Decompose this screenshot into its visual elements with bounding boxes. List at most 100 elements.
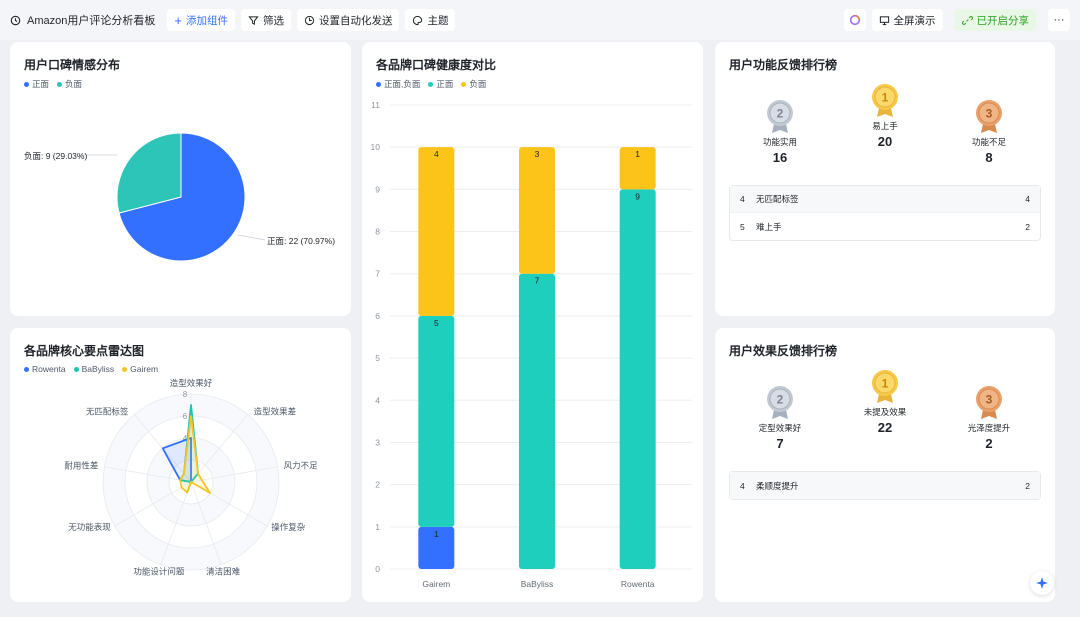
medal-rank-text: 2 <box>777 393 784 407</box>
fullscreen-label: 全屏演示 <box>893 14 936 27</box>
pie-label-positive: 正面: 22 (70.97%) <box>267 236 336 246</box>
presentation-icon <box>879 15 889 25</box>
radar-axis-label: 功能设计问题 <box>133 567 185 577</box>
gold-medal-icon: 1 <box>872 84 898 117</box>
bar-segment <box>418 147 455 316</box>
radar-axis-label: 造型效果差 <box>254 407 297 417</box>
radar-chart: 造型效果好造型效果差风力不足操作复杂清洁困难 功能设计问题 无功能表现 耐用性差 无匹配… <box>64 378 318 577</box>
filter-button[interactable]: 筛选 <box>240 9 291 31</box>
y-tick-label: 2 <box>375 480 380 490</box>
radar-axis-label: 无功能表现 <box>68 522 111 532</box>
bar-value-label: 7 <box>535 276 540 286</box>
ranking-row[interactable]: 4 柔顺度提升 2 <box>730 472 1040 499</box>
radar-axis-label: 造型效果好 <box>170 378 213 388</box>
card-title: 用户功能反馈排行榜 <box>729 58 838 72</box>
plus-icon: + <box>174 12 182 28</box>
more-icon: ··· <box>1053 14 1065 26</box>
bar-value-label: 5 <box>434 318 439 328</box>
ranking-list: 4 无匹配标签 4 5 难上手 2 <box>729 185 1041 241</box>
ranking-row[interactable]: 4 无匹配标签 4 <box>730 186 1040 213</box>
card-title: 用户效果反馈排行榜 <box>729 344 838 358</box>
share-button[interactable]: 已开启分享 <box>954 9 1036 31</box>
history-icon <box>10 15 21 25</box>
podium-value: 2 <box>985 436 993 451</box>
medal-rank-text: 1 <box>882 91 889 105</box>
rank-index: 5 <box>740 221 745 232</box>
podium-value: 7 <box>776 436 784 451</box>
medal-rank-text: 3 <box>986 107 993 121</box>
rank-value: 2 <box>1025 221 1030 232</box>
dashboard-title-text: Amazon用户评论分析看板 <box>27 15 156 27</box>
rank-value: 2 <box>1025 480 1030 491</box>
stacked-bar-chart: 01234567891011154Gairem73BaByliss91Rowen… <box>371 100 692 589</box>
y-tick-label: 7 <box>375 269 380 279</box>
sentiment-card: 用户口碑情感分布 正面 负面 负面: 9 (29.03%) 正面: 22 (70… <box>10 42 351 316</box>
y-tick-label: 9 <box>375 184 380 194</box>
sparkle-icon <box>1036 577 1048 589</box>
bar-value-label: 9 <box>635 191 640 201</box>
add-component-label: 添加组件 <box>185 14 228 27</box>
effect-ranking-card: 用户效果反馈排行榜 2 定型效果好 7 1 未提及效果 22 3 光泽度提升 2… <box>715 328 1055 602</box>
more-button[interactable]: ··· <box>1048 9 1070 31</box>
bar-value-label: 1 <box>635 149 640 159</box>
ai-assistant-button[interactable] <box>843 9 866 31</box>
y-tick-label: 1 <box>375 522 380 532</box>
dashboard-title[interactable]: Amazon用户评论分析看板 <box>10 12 155 28</box>
podium-third[interactable]: 3 光泽度提升 2 <box>944 384 1034 451</box>
medal-rank-text: 2 <box>777 107 784 121</box>
y-tick-label: 10 <box>371 142 381 152</box>
radar-axis-label: 操作复杂 <box>271 522 306 532</box>
automation-label: 设置自动化发送 <box>318 14 393 27</box>
add-component-button[interactable]: + 添加组件 <box>167 9 235 31</box>
ai-ring-icon <box>849 14 860 26</box>
podium-name: 未提及效果 <box>863 407 907 417</box>
ai-sparkle-button[interactable] <box>1030 571 1054 595</box>
theme-button[interactable]: 主题 <box>405 9 456 31</box>
health-card: 各品牌口碑健康度对比 正面,负面 正面 负面 0 1 2 3 4 5 6 7 8 9 10 11 1 5 4… <box>362 42 703 602</box>
podium-value: 20 <box>877 134 893 149</box>
bronze-medal-icon: 3 <box>976 386 1002 419</box>
radar-axis-label: 清洁困难 <box>206 567 241 577</box>
filter-label: 筛选 <box>262 14 284 27</box>
y-tick-label: 0 <box>375 564 380 574</box>
podium-name: 光泽度提升 <box>967 423 1011 433</box>
theme-label: 主题 <box>427 14 449 27</box>
podium-name: 功能不足 <box>971 137 1006 147</box>
silver-medal-icon: 2 <box>767 386 793 419</box>
podium-value: 8 <box>985 150 993 165</box>
bar-value-label: 4 <box>434 149 439 159</box>
medal-rank-text: 3 <box>986 393 993 407</box>
y-tick-label: 11 <box>371 100 380 110</box>
podium-name: 功能实用 <box>762 137 797 147</box>
radar-card: 各品牌核心要点雷达图 Rowenta BaByliss Gairem 造型效果好… <box>10 328 351 602</box>
link-icon <box>961 15 973 25</box>
palette-icon <box>413 15 423 25</box>
x-tick-label: Gairem <box>422 579 450 589</box>
radar-axis-label: 耐用性差 <box>64 461 98 471</box>
podium-third[interactable]: 3 功能不足 8 <box>944 98 1034 165</box>
podium-second[interactable]: 2 定型效果好 7 <box>735 384 825 451</box>
rank-index: 4 <box>740 480 745 491</box>
podium-value: 16 <box>772 150 788 165</box>
medal-rank-text: 1 <box>882 377 889 391</box>
bar-segment <box>519 147 555 274</box>
y-tick-label: 3 <box>375 437 380 447</box>
x-tick-label: BaByliss <box>521 579 554 589</box>
bar-value-label: 3 <box>535 149 540 159</box>
y-tick-label: 4 <box>375 395 380 405</box>
podium-first[interactable]: 1 易上手 20 <box>840 82 930 149</box>
pie-label-negative: 负面: 9 (29.03%) <box>24 151 88 161</box>
podium-name: 定型效果好 <box>758 423 802 433</box>
automation-icon <box>304 15 315 25</box>
podium-first[interactable]: 1 未提及效果 22 <box>840 368 930 435</box>
automation-button[interactable]: 设置自动化发送 <box>296 9 400 31</box>
bar-segment <box>418 315 455 527</box>
function-ranking-card: 用户功能反馈排行榜 2 功能实用 16 1 易上手 20 3 功能不足 8 4 无… <box>715 42 1055 316</box>
rank-name: 柔顺度提升 <box>756 480 799 491</box>
fullscreen-button[interactable]: 全屏演示 <box>871 9 943 31</box>
radar-tick-label: 8 <box>183 390 188 399</box>
radar-tick-label: 6 <box>183 412 188 421</box>
podium-second[interactable]: 2 功能实用 16 <box>735 98 825 165</box>
podium-name: 易上手 <box>872 121 898 131</box>
ranking-row[interactable]: 5 难上手 2 <box>730 213 1040 240</box>
